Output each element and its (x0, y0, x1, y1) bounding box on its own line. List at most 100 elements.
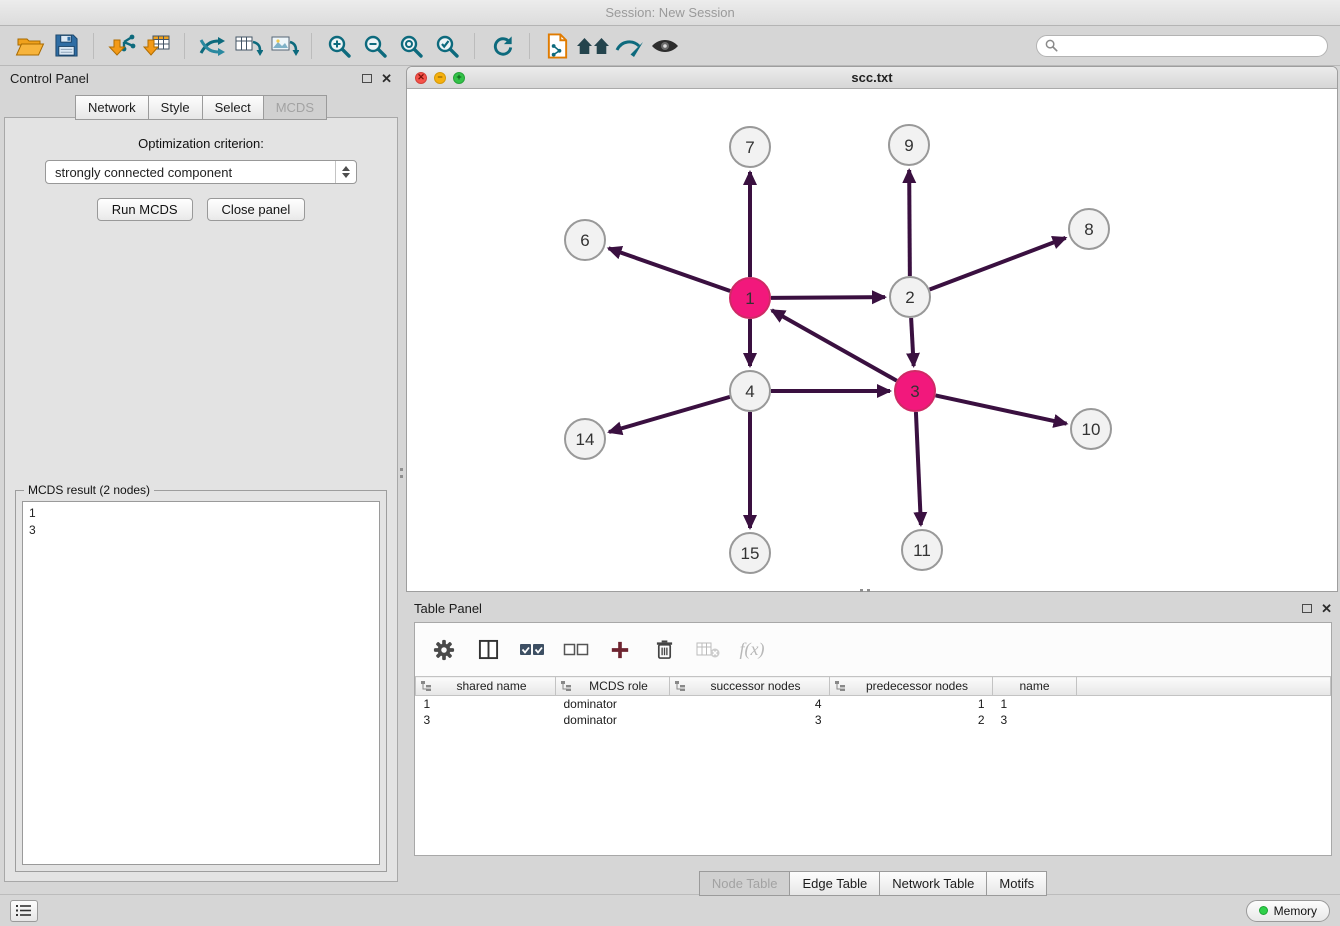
table-panel-header: Table Panel ✕ (406, 596, 1340, 620)
graph-node-9[interactable]: 9 (889, 125, 929, 165)
graph-node-10[interactable]: 10 (1071, 409, 1111, 449)
table-row[interactable]: 1dominator411 (416, 696, 1331, 712)
graph-edge-1-6[interactable] (609, 248, 731, 291)
graph-node-6[interactable]: 6 (565, 220, 605, 260)
graph-node-4[interactable]: 4 (730, 371, 770, 411)
show-columns-button[interactable] (473, 636, 503, 664)
tab-edge-table[interactable]: Edge Table (789, 871, 879, 896)
delete-table-button[interactable] (693, 636, 723, 664)
vertical-splitter-handle[interactable] (400, 468, 403, 471)
graph-node-11[interactable]: 11 (902, 530, 942, 570)
cell-predecessor-nodes[interactable]: 1 (830, 696, 993, 712)
graph-node-15[interactable]: 15 (730, 533, 770, 573)
network-graph-svg[interactable]: 7 9 6 8 1 2 4 3 14 10 15 11 (407, 89, 1337, 591)
sort-icon (834, 680, 846, 692)
tab-select[interactable]: Select (202, 95, 263, 120)
create-column-button[interactable] (605, 636, 635, 664)
zoom-in-button[interactable] (321, 30, 357, 62)
control-panel-header: Control Panel ✕ (2, 66, 400, 90)
graph-edge-2-3[interactable] (911, 318, 914, 366)
cell-name[interactable]: 3 (993, 712, 1077, 728)
close-panel-icon[interactable]: ✕ (1321, 602, 1332, 615)
close-panel-icon[interactable]: ✕ (381, 72, 392, 85)
delete-column-button[interactable] (649, 636, 679, 664)
cell-shared-name[interactable]: 3 (416, 712, 556, 728)
graph-node-8[interactable]: 8 (1069, 209, 1109, 249)
column-header-name[interactable]: name (993, 677, 1077, 696)
criterion-value: strongly connected component (55, 165, 232, 180)
column-header-shared-name[interactable]: shared name (416, 677, 556, 696)
search-field[interactable] (1036, 35, 1328, 57)
zoom-out-button[interactable] (357, 30, 393, 62)
unselect-all-columns-button[interactable] (561, 636, 591, 664)
run-mcds-button[interactable]: Run MCDS (97, 198, 193, 221)
function-builder-button[interactable]: f(x) (737, 636, 767, 664)
graph-edge-1-2[interactable] (771, 297, 885, 298)
cell-name[interactable]: 1 (993, 696, 1077, 712)
graph-node-label: 6 (580, 231, 589, 250)
mcds-result-group: MCDS result (2 nodes) 1 3 (15, 490, 387, 872)
select-all-columns-button[interactable] (517, 636, 547, 664)
browser-home-button[interactable] (575, 30, 611, 62)
style-paint-button[interactable] (611, 30, 647, 62)
cell-successor-nodes[interactable]: 4 (670, 696, 830, 712)
cell-predecessor-nodes[interactable]: 2 (830, 712, 993, 728)
export-network-button[interactable] (194, 30, 230, 62)
graph-edge-3-10[interactable] (936, 395, 1067, 423)
graph-node-2[interactable]: 2 (890, 277, 930, 317)
open-session-button[interactable] (12, 30, 48, 62)
eye-toggle-button[interactable] (647, 30, 683, 62)
column-header-successor-nodes[interactable]: successor nodes (670, 677, 830, 696)
task-history-button[interactable] (10, 900, 38, 922)
column-header-predecessor-nodes[interactable]: predecessor nodes (830, 677, 993, 696)
tab-style[interactable]: Style (148, 95, 202, 120)
cell-mcds-role[interactable]: dominator (556, 712, 670, 728)
list-icon (16, 904, 32, 917)
table-row[interactable]: 3dominator323 (416, 712, 1331, 728)
graph-edge-4-14[interactable] (609, 397, 730, 432)
graph-node-1[interactable]: 1 (730, 278, 770, 318)
cell-mcds-role[interactable]: dominator (556, 696, 670, 712)
tab-mcds[interactable]: MCDS (263, 95, 327, 120)
tab-motifs[interactable]: Motifs (986, 871, 1047, 896)
save-session-button[interactable] (48, 30, 84, 62)
criterion-dropdown[interactable]: strongly connected component (45, 160, 357, 184)
graph-edge-2-9[interactable] (909, 170, 910, 276)
column-header-mcds-role[interactable]: MCDS role (556, 677, 670, 696)
cell-successor-nodes[interactable]: 3 (670, 712, 830, 728)
tab-node-table[interactable]: Node Table (699, 871, 790, 896)
zoom-fit-button[interactable] (393, 30, 429, 62)
import-network-button[interactable] (103, 30, 139, 62)
tab-network[interactable]: Network (75, 95, 148, 120)
graph-node-3[interactable]: 3 (895, 371, 935, 411)
horizontal-splitter-handle[interactable] (860, 589, 863, 592)
table-settings-button[interactable] (429, 636, 459, 664)
zoom-selected-button[interactable] (429, 30, 465, 62)
tab-network-table[interactable]: Network Table (879, 871, 986, 896)
mcds-result-text[interactable]: 1 3 (22, 501, 380, 865)
refresh-view-button[interactable] (484, 30, 520, 62)
graph-node-7[interactable]: 7 (730, 127, 770, 167)
float-window-icon[interactable] (1302, 604, 1312, 613)
graph-edge-3-11[interactable] (916, 412, 921, 525)
graph-node-14[interactable]: 14 (565, 419, 605, 459)
memory-label: Memory (1274, 904, 1317, 918)
import-table-icon (142, 33, 172, 59)
search-input[interactable] (1064, 38, 1319, 53)
cell-shared-name[interactable]: 1 (416, 696, 556, 712)
graph-edge-3-1[interactable] (772, 310, 897, 380)
network-canvas[interactable]: 7 9 6 8 1 2 4 3 14 10 15 11 (407, 89, 1337, 591)
graph-edge-2-8[interactable] (930, 238, 1066, 290)
memory-button[interactable]: Memory (1246, 900, 1330, 922)
zoom-in-icon (326, 33, 352, 59)
import-table-button[interactable] (139, 30, 175, 62)
browser-home-icon (576, 35, 610, 57)
document-export-button[interactable] (539, 30, 575, 62)
status-bar: Memory (0, 894, 1340, 926)
export-image-button[interactable] (266, 30, 302, 62)
export-table-button[interactable] (230, 30, 266, 62)
table-panel-title: Table Panel (414, 601, 482, 616)
float-window-icon[interactable] (362, 74, 372, 83)
save-session-icon (54, 33, 79, 58)
close-panel-button[interactable]: Close panel (207, 198, 306, 221)
